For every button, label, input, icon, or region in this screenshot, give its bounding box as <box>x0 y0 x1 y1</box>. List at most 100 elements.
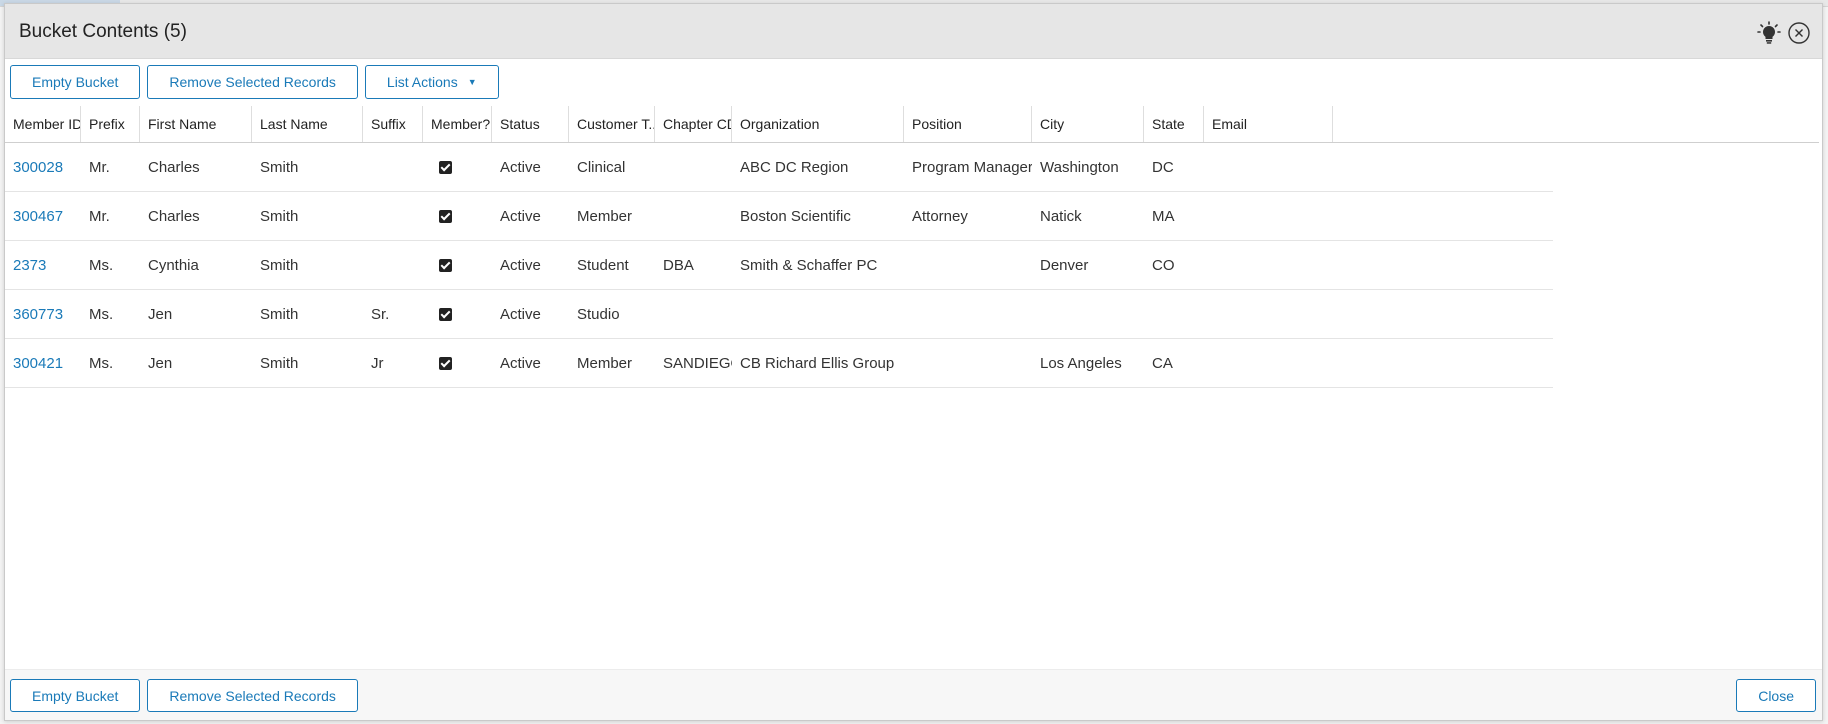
close-label: Close <box>1758 687 1794 704</box>
cell-chapter-cd <box>655 143 732 191</box>
column-header-member-id[interactable]: Member ID <box>5 106 81 142</box>
cell-city <box>1032 290 1144 338</box>
cell-first-name: Jen <box>148 305 173 323</box>
lightbulb-icon[interactable] <box>1756 20 1782 46</box>
member-checkbox[interactable] <box>439 160 452 174</box>
cell-last-name: Smith <box>260 354 299 372</box>
table-row[interactable]: 300028 Mr. Charles Smith Active Clinical ABC D… <box>5 143 1553 192</box>
column-header-chapter-cd[interactable]: Chapter CD <box>655 106 732 142</box>
cell-member-id[interactable]: 300028 <box>5 143 81 191</box>
grid-header-row: Member ID Prefix First Name Last Name Suffix… <box>5 106 1819 143</box>
cell-prefix: Mr. <box>89 207 110 225</box>
cell-state: CA <box>1152 354 1173 372</box>
cell-email <box>1204 143 1333 191</box>
bucket-contents-dialog: Bucket Contents (5) Empty Bucket Remove … <box>4 3 1823 721</box>
cell-city: Natick <box>1040 207 1082 225</box>
dialog-footer: Empty Bucket Remove Selected Records Clo… <box>5 669 1822 720</box>
cell-organization: Boston Scientific <box>740 207 851 225</box>
cell-first-name: Cynthia <box>148 256 199 274</box>
cell-suffix <box>363 143 423 191</box>
column-header-organization[interactable]: Organization <box>732 106 904 142</box>
footer-empty-bucket-button[interactable]: Empty Bucket <box>10 679 141 712</box>
cell-member <box>423 192 492 240</box>
results-grid: Member ID Prefix First Name Last Name Suffix… <box>5 106 1819 388</box>
table-row[interactable]: 2373 Ms. Cynthia Smith Active Student DBA Smith… <box>5 241 1553 290</box>
cell-suffix <box>363 192 423 240</box>
close-button[interactable]: Close <box>1736 679 1816 712</box>
column-header-email[interactable]: Email <box>1204 106 1333 142</box>
cell-prefix: Ms. <box>89 256 114 274</box>
cell-status: Active <box>500 305 541 323</box>
cell-member <box>423 241 492 289</box>
member-checkbox[interactable] <box>439 307 452 321</box>
top-toolbar: Empty Bucket Remove Selected Records Lis… <box>10 65 499 99</box>
cell-first-name: Jen <box>148 354 173 372</box>
cell-organization: Smith & Schaffer PC <box>740 256 878 274</box>
cell-member-id[interactable]: 360773 <box>5 290 81 338</box>
cell-state: DC <box>1152 158 1174 176</box>
cell-city: Washington <box>1040 158 1119 176</box>
cell-customer-type: Member <box>577 354 633 372</box>
cell-last-name: Smith <box>260 207 299 225</box>
column-header-state[interactable]: State <box>1144 106 1204 142</box>
cell-last-name: Smith <box>260 256 299 274</box>
cell-status: Active <box>500 158 541 176</box>
cell-member <box>423 143 492 191</box>
cell-suffix: Sr. <box>371 305 390 323</box>
cell-email <box>1204 339 1333 387</box>
cell-chapter-cd <box>655 290 732 338</box>
cell-member <box>423 290 492 338</box>
column-header-first-name[interactable]: First Name <box>140 106 252 142</box>
grid-body: 300028 Mr. Charles Smith Active Clinical ABC D… <box>5 143 1819 388</box>
cell-state <box>1144 290 1204 338</box>
cell-position: Attorney <box>912 207 968 225</box>
footer-remove-selected-records-button[interactable]: Remove Selected Records <box>147 679 358 712</box>
cell-prefix: Ms. <box>89 305 114 323</box>
cell-last-name: Smith <box>260 158 299 176</box>
cell-organization <box>732 290 904 338</box>
table-row[interactable]: 300421 Ms. Jen Smith Jr Active Member SANDIEGO C… <box>5 339 1553 388</box>
cell-first-name: Charles <box>148 207 200 225</box>
remove-selected-records-button[interactable]: Remove Selected Records <box>147 65 358 99</box>
cell-member-id[interactable]: 300421 <box>5 339 81 387</box>
member-checkbox[interactable] <box>439 258 452 272</box>
cell-chapter-cd: DBA <box>663 256 694 274</box>
cell-customer-type: Clinical <box>577 158 626 176</box>
cell-member-id[interactable]: 300467 <box>5 192 81 240</box>
column-header-city[interactable]: City <box>1032 106 1144 142</box>
list-actions-dropdown[interactable]: List Actions ▼ <box>364 65 499 99</box>
column-header-customer-type[interactable]: Customer T... <box>569 106 655 142</box>
cell-customer-type: Member <box>577 207 633 225</box>
member-checkbox[interactable] <box>439 356 452 370</box>
cell-position <box>904 290 1032 338</box>
cell-prefix: Mr. <box>89 158 110 176</box>
list-actions-label: List Actions <box>386 74 458 90</box>
table-row[interactable]: 300467 Mr. Charles Smith Active Member Boston … <box>5 192 1553 241</box>
caret-down-icon: ▼ <box>467 77 477 87</box>
cell-member <box>423 339 492 387</box>
cell-customer-type: Student <box>577 256 629 274</box>
column-header-prefix[interactable]: Prefix <box>81 106 140 142</box>
member-checkbox[interactable] <box>439 209 452 223</box>
cell-member-id[interactable]: 2373 <box>5 241 81 289</box>
footer-empty-bucket-label: Empty Bucket <box>32 687 119 704</box>
table-row[interactable]: 360773 Ms. Jen Smith Sr. Active Studio <box>5 290 1553 339</box>
column-header-status[interactable]: Status <box>492 106 569 142</box>
close-icon[interactable] <box>1786 20 1812 46</box>
column-header-position[interactable]: Position <box>904 106 1032 142</box>
cell-chapter-cd <box>655 192 732 240</box>
column-header-last-name[interactable]: Last Name <box>252 106 363 142</box>
footer-remove-selected-label: Remove Selected Records <box>169 687 336 704</box>
cell-status: Active <box>500 256 541 274</box>
column-header-member[interactable]: Member? <box>423 106 492 142</box>
cell-position: Program Manager <box>912 158 1032 176</box>
cell-position <box>904 339 1032 387</box>
remove-selected-label: Remove Selected Records <box>169 74 336 90</box>
cell-email <box>1204 241 1333 289</box>
column-header-suffix[interactable]: Suffix <box>363 106 423 142</box>
cell-status: Active <box>500 207 541 225</box>
empty-bucket-button[interactable]: Empty Bucket <box>10 65 141 99</box>
cell-state: CO <box>1152 256 1175 274</box>
cell-chapter-cd: SANDIEGO <box>663 354 732 372</box>
cell-organization: CB Richard Ellis Group <box>740 354 895 372</box>
